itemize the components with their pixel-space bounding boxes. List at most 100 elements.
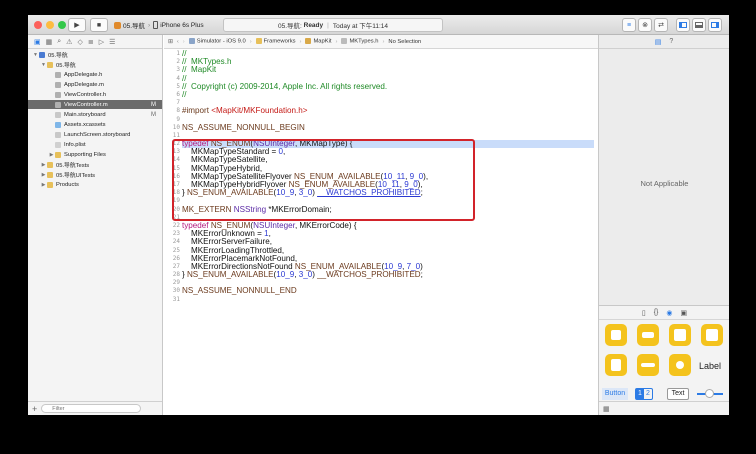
code-line: } NS_ENUM_AVAILABLE(10_9, 3_0) __WATCHOS… <box>182 270 428 279</box>
stop-button[interactable]: ■ <box>90 18 108 32</box>
minimize-window-button[interactable] <box>46 21 54 29</box>
report-icon[interactable]: ☰ <box>109 38 115 46</box>
storyboard-reference-object-icon[interactable] <box>669 354 691 376</box>
tree-item[interactable]: ViewController.m M <box>28 100 162 109</box>
xcode-window: ▶ ■ 05.导航 › iPhone 6s Plus 05.导航: Ready … <box>28 15 729 415</box>
tree-item[interactable]: Info.plist <box>28 140 162 149</box>
sb-file-icon <box>55 131 61 138</box>
assistant-editor-button[interactable]: ⊗ <box>638 18 652 32</box>
file-inspector-icon[interactable]: ▤ <box>655 38 662 46</box>
tree-item[interactable]: ▶ 05.导航Tests <box>28 160 162 169</box>
tree-item[interactable]: ▶ Supporting Files <box>28 150 162 159</box>
toggle-debug-button[interactable] <box>692 18 706 32</box>
symbol-icon[interactable]: ▦ <box>46 38 53 46</box>
run-button[interactable]: ▶ <box>68 18 86 32</box>
jump-crumb-simulator[interactable]: Simulator - iOS 9.0 <box>188 38 246 45</box>
disclosure-icon[interactable]: ▶ <box>40 182 47 188</box>
button-object[interactable]: Button <box>602 388 628 400</box>
jump-crumb-frameworks[interactable]: Frameworks <box>255 38 296 45</box>
tree-item[interactable]: ▶ 05.导航UITests <box>28 170 162 179</box>
slider-thumb-icon <box>705 389 714 398</box>
tree-item-label: 05.导航 <box>56 63 76 69</box>
breakpoint-icon[interactable]: ▷ <box>99 38 104 46</box>
tree-item[interactable]: Main.storyboard M <box>28 110 162 119</box>
test-icon[interactable]: ◇ <box>77 38 82 46</box>
file-template-icon[interactable]: ▯ <box>642 309 646 317</box>
jump-crumb-mapkit[interactable]: MapKit <box>305 38 332 45</box>
code-token: // MapKit <box>182 65 217 75</box>
code-token: NS_ASSUME_NONNULL_BEGIN <box>182 122 305 132</box>
navigator-selector-bar: ▣ ▦ ⌕ ⚠ ◇ ≣ ▷ ☰ <box>28 35 162 49</box>
segmented-control-object[interactable]: 1 2 <box>635 388 653 400</box>
slider-object[interactable] <box>697 389 723 398</box>
jump-crumb-symbol[interactable]: No Selection <box>388 39 421 45</box>
code-token: , MKErrorCode) { <box>294 220 357 230</box>
warning-icon[interactable]: ⚠ <box>66 38 72 46</box>
arrows-icon: ⇄ <box>658 22 664 29</box>
framework-icon <box>305 38 312 45</box>
help-inspector-icon[interactable]: ? <box>669 38 673 45</box>
project-navigator: ▣ ▦ ⌕ ⚠ ◇ ≣ ▷ ☰ ▼ 05.导航 ▼ 05.导航 AppDelegate.… <box>28 35 163 415</box>
rings-icon: ⊗ <box>642 22 648 29</box>
label-object[interactable]: Label <box>699 361 721 371</box>
h-file-icon <box>55 71 61 78</box>
disclosure-icon[interactable]: ▶ <box>40 162 47 168</box>
align-icon: ≡ <box>626 21 632 29</box>
forward-icon[interactable]: › <box>183 39 185 45</box>
device-icon <box>153 21 159 29</box>
toolbar-object-icon[interactable] <box>637 324 659 346</box>
filter-input[interactable] <box>41 404 142 413</box>
scm-status-badge: M <box>151 101 156 108</box>
page-view-object-icon[interactable] <box>637 354 659 376</box>
container-view-object-icon[interactable] <box>701 324 723 346</box>
standard-editor-button[interactable]: ≡ <box>622 18 636 32</box>
version-editor-button[interactable]: ⇄ <box>654 18 668 32</box>
related-items-icon[interactable]: ⊞ <box>168 39 173 45</box>
zoom-window-button[interactable] <box>58 21 66 29</box>
object-library: ▯ {} ◉ ▣ Label Button 1 2 Text ▦ <box>599 305 729 415</box>
disclosure-icon[interactable]: ▶ <box>40 172 47 178</box>
tree-item-label: LaunchScreen.storyboard <box>64 131 131 138</box>
jump-crumb-file[interactable]: MKTypes.h <box>341 38 378 45</box>
media-library-icon[interactable]: ▣ <box>681 309 688 317</box>
add-icon[interactable]: + <box>32 404 37 414</box>
tree-item-label: ViewController.h <box>64 91 107 98</box>
annotation-box <box>172 139 475 221</box>
object-library-icon[interactable]: ◉ <box>666 309 672 317</box>
code-line: #import <MapKit/MKFoundation.h> <box>182 107 428 115</box>
tree-item[interactable]: AppDelegate.h <box>28 70 162 79</box>
toggle-utilities-button[interactable] <box>708 18 722 32</box>
bottom-panel-icon <box>695 22 703 28</box>
grid-view-icon[interactable]: ▦ <box>603 405 610 413</box>
tree-item-label: AppDelegate.h <box>64 71 103 78</box>
tree-item[interactable]: Assets.xcassets <box>28 120 162 129</box>
disclosure-icon[interactable]: ▼ <box>40 62 47 68</box>
tree-item[interactable]: ▶ Products <box>28 180 162 189</box>
m-file-icon <box>55 101 61 108</box>
status-project: 05.导航: <box>277 23 302 30</box>
debug-icon[interactable]: ≣ <box>88 38 94 46</box>
tree-item-label: Info.plist <box>64 141 86 148</box>
tree-item-label: Products <box>56 181 79 188</box>
view-object-icon[interactable] <box>669 324 691 346</box>
m-file-icon <box>55 81 61 88</box>
code-snippet-icon[interactable]: {} <box>654 309 659 316</box>
collection-view-object-icon[interactable] <box>605 324 627 346</box>
view-controller-object-icon[interactable] <box>605 354 627 376</box>
disclosure-icon[interactable]: ▶ <box>48 152 55 158</box>
search-icon[interactable]: ⌕ <box>57 38 61 46</box>
close-window-button[interactable] <box>34 21 42 29</box>
back-icon[interactable]: ‹ <box>177 39 179 45</box>
tree-item[interactable]: ▼ 05.导航 <box>28 60 162 69</box>
tree-item[interactable]: AppDelegate.m <box>28 80 162 89</box>
tree-item[interactable]: ViewController.h <box>28 90 162 99</box>
tree-item[interactable]: LaunchScreen.storyboard <box>28 130 162 139</box>
chevron-right-icon: › <box>148 21 151 29</box>
text-field-object[interactable]: Text <box>667 388 689 400</box>
folder-icon[interactable]: ▣ <box>34 38 41 46</box>
toggle-navigator-button[interactable] <box>676 18 690 32</box>
scheme-selector[interactable]: 05.导航 › iPhone 6s Plus <box>114 18 204 32</box>
sdk-icon <box>188 38 195 45</box>
tree-item[interactable]: ▼ 05.导航 <box>28 50 162 59</box>
disclosure-icon[interactable]: ▼ <box>32 52 39 58</box>
